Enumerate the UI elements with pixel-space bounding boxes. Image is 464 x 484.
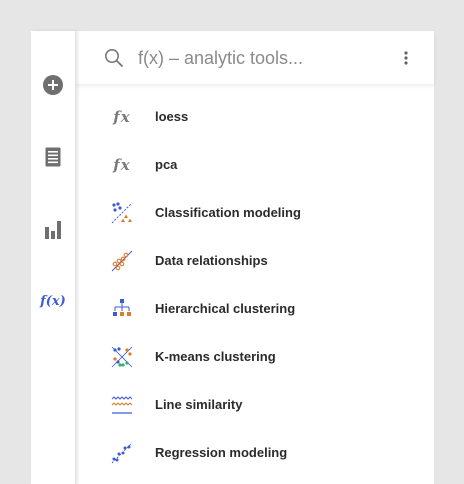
tool-label: Regression modeling bbox=[155, 445, 288, 460]
tool-label: K-means clustering bbox=[155, 349, 276, 364]
side-rail: f(x) bbox=[31, 31, 76, 484]
add-button[interactable] bbox=[31, 67, 75, 103]
search-bar bbox=[76, 31, 434, 84]
tool-label: Classification modeling bbox=[155, 205, 301, 220]
tool-label: Line similarity bbox=[155, 397, 243, 412]
tool-label: Hierarchical clustering bbox=[155, 301, 296, 316]
tool-label: pca bbox=[155, 157, 178, 172]
tool-item-pca[interactable]: fx pca bbox=[76, 141, 434, 189]
data-relationships-icon bbox=[111, 250, 133, 272]
classification-modeling-icon bbox=[111, 202, 133, 224]
add-circle-icon bbox=[43, 75, 63, 95]
tool-item-k-means-clustering[interactable]: K-means clustering bbox=[76, 333, 434, 381]
data-table-button[interactable] bbox=[31, 139, 75, 175]
fx-icon: f(x) bbox=[40, 293, 66, 309]
tool-item-loess[interactable]: fx loess bbox=[76, 93, 434, 141]
visualizations-button[interactable] bbox=[31, 211, 75, 247]
search-icon bbox=[105, 49, 123, 67]
tool-item-regression-modeling[interactable]: Regression modeling bbox=[76, 429, 434, 477]
fx-icon: fx bbox=[113, 108, 131, 126]
more-vertical-icon bbox=[404, 51, 408, 65]
k-means-clustering-icon bbox=[111, 346, 133, 368]
analytic-tools-pane: fx loess fx pca bbox=[76, 31, 434, 484]
tool-item-data-relationships[interactable]: Data relationships bbox=[76, 237, 434, 285]
more-options-button[interactable] bbox=[394, 47, 418, 69]
analytics-panel: f(x) fx loess bbox=[31, 31, 434, 484]
tool-item-classification-modeling[interactable]: Classification modeling bbox=[76, 189, 434, 237]
hierarchical-clustering-icon bbox=[113, 299, 131, 316]
data-table-icon bbox=[45, 147, 61, 167]
analytics-button[interactable]: f(x) bbox=[31, 283, 75, 319]
regression-modeling-icon bbox=[111, 442, 133, 464]
search-input[interactable] bbox=[138, 43, 398, 73]
tool-item-hierarchical-clustering[interactable]: Hierarchical clustering bbox=[76, 285, 434, 333]
tool-label: Data relationships bbox=[155, 253, 268, 268]
tool-item-line-similarity[interactable]: Line similarity bbox=[76, 381, 434, 429]
tool-label: loess bbox=[155, 109, 189, 124]
fx-icon: fx bbox=[113, 156, 131, 174]
line-similarity-icon bbox=[111, 396, 133, 414]
bar-chart-icon bbox=[45, 221, 61, 239]
